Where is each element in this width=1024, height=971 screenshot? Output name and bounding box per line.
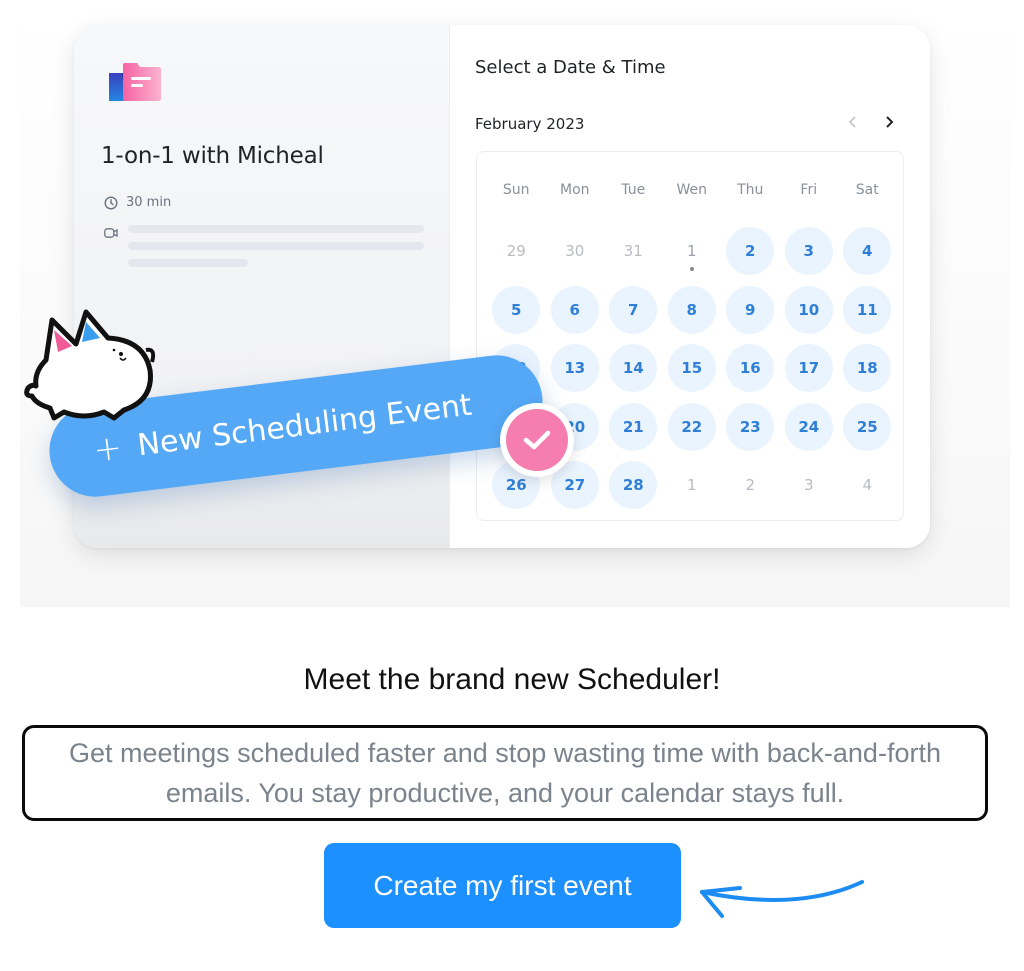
day-number: 13: [550, 344, 599, 393]
event-title: 1-on-1 with Micheal: [101, 143, 324, 169]
previous-month-button[interactable]: [842, 111, 864, 133]
calendar-day-available[interactable]: 22: [663, 398, 722, 457]
day-number: 24: [784, 402, 833, 451]
calendar-day-available[interactable]: 6: [546, 281, 605, 340]
day-number: 11: [843, 285, 892, 334]
calendar-day: 30: [546, 222, 605, 281]
scheduler-logo-icon: [109, 63, 161, 113]
day-number: 30: [565, 242, 585, 261]
calendar-day-available[interactable]: 24: [780, 398, 839, 457]
day-number: 9: [726, 285, 775, 334]
weekday-label: Wen: [676, 182, 707, 198]
calendar-day-available[interactable]: 7: [604, 281, 663, 340]
event-duration: 30 min: [104, 195, 171, 210]
day-number: 21: [609, 402, 658, 451]
day-number: 6: [550, 285, 599, 334]
weekday-label: Sun: [502, 182, 530, 198]
calendar-day-available[interactable]: 25: [838, 398, 897, 457]
calendar-day: 1: [663, 222, 722, 281]
chevron-left-icon: [848, 116, 856, 128]
day-number: 2: [726, 227, 775, 276]
day-number: 17: [784, 344, 833, 393]
calendar-day-available[interactable]: 3: [780, 222, 839, 281]
calendar-day-available[interactable]: 23: [721, 398, 780, 457]
calendar-day-available[interactable]: 4: [838, 222, 897, 281]
calendar-day-available[interactable]: 2: [721, 222, 780, 281]
day-number: 10: [784, 285, 833, 334]
video-camera-icon: [104, 228, 118, 238]
calendar-day-available[interactable]: 10: [780, 281, 839, 340]
promo-headline: Meet the brand new Scheduler!: [303, 663, 721, 696]
calendar-day-available[interactable]: 16: [721, 339, 780, 398]
clock-icon: [104, 195, 118, 210]
calendar-day: 4: [838, 456, 897, 515]
day-number: 25: [843, 402, 892, 451]
placeholder-line: [128, 242, 424, 250]
placeholder-line: [128, 259, 248, 267]
calendar-day-available[interactable]: 13: [546, 339, 605, 398]
weekday-label: Sat: [855, 182, 879, 198]
calendar-day: 29: [487, 222, 546, 281]
calendar-day-available[interactable]: 8: [663, 281, 722, 340]
plus-icon: +: [91, 427, 125, 471]
calendar-day: 3: [780, 456, 839, 515]
day-number: 8: [667, 285, 716, 334]
day-number: 5: [492, 285, 541, 334]
day-number: 4: [862, 476, 873, 495]
day-number: 28: [609, 461, 658, 510]
day-number: 15: [667, 344, 716, 393]
day-number: 7: [609, 285, 658, 334]
calendar-day-available[interactable]: 28: [604, 456, 663, 515]
new-scheduling-event-label: New Scheduling Event: [135, 387, 474, 463]
today-indicator: [689, 266, 694, 271]
calendar-day-available[interactable]: 18: [838, 339, 897, 398]
checkmark-icon: [523, 430, 551, 450]
weekday-label: Mon: [559, 182, 590, 198]
day-number: 16: [726, 344, 775, 393]
calendar-day-available[interactable]: 11: [838, 281, 897, 340]
chevron-right-icon: [886, 116, 894, 128]
calendar-day: 1: [663, 456, 722, 515]
promo-description: Get meetings scheduled faster and stop w…: [22, 725, 988, 821]
day-number: 3: [784, 227, 833, 276]
calendar-day-available[interactable]: 14: [604, 339, 663, 398]
calendar-day-available[interactable]: 21: [604, 398, 663, 457]
create-first-event-button[interactable]: Create my first event: [324, 843, 681, 928]
calendar-day-available[interactable]: 5: [487, 281, 546, 340]
calendar-day: 2: [721, 456, 780, 515]
next-month-button[interactable]: [878, 111, 900, 133]
duration-label: 30 min: [126, 195, 172, 210]
day-number: 2: [745, 476, 756, 495]
day-number: 3: [803, 476, 814, 495]
month-label: February 2023: [475, 115, 585, 133]
day-number: 1: [686, 476, 697, 495]
calendar-day-available[interactable]: 17: [780, 339, 839, 398]
day-number: 23: [726, 402, 775, 451]
weekday-label: Fri: [800, 182, 818, 198]
weekday-label: Thu: [737, 182, 764, 198]
day-number: 22: [667, 402, 716, 451]
day-number: 4: [843, 227, 892, 276]
calendar-day-available[interactable]: 15: [663, 339, 722, 398]
weekday-label: Tue: [621, 182, 646, 198]
calendar-day-available[interactable]: 9: [721, 281, 780, 340]
bunny-mascot-icon: [24, 309, 156, 421]
pointing-arrow-icon: [700, 880, 864, 918]
weekday-header: Sun Mon Tue Wen Thu Fri Sat: [487, 182, 897, 222]
event-location: [104, 228, 118, 238]
calendar-day: 31: [604, 222, 663, 281]
check-badge: [500, 403, 574, 477]
day-number: 18: [843, 344, 892, 393]
day-number: 31: [623, 242, 643, 261]
date-picker-heading: Select a Date & Time: [475, 57, 666, 78]
day-number: 14: [609, 344, 658, 393]
day-number: 29: [506, 242, 526, 261]
placeholder-line: [128, 225, 424, 233]
